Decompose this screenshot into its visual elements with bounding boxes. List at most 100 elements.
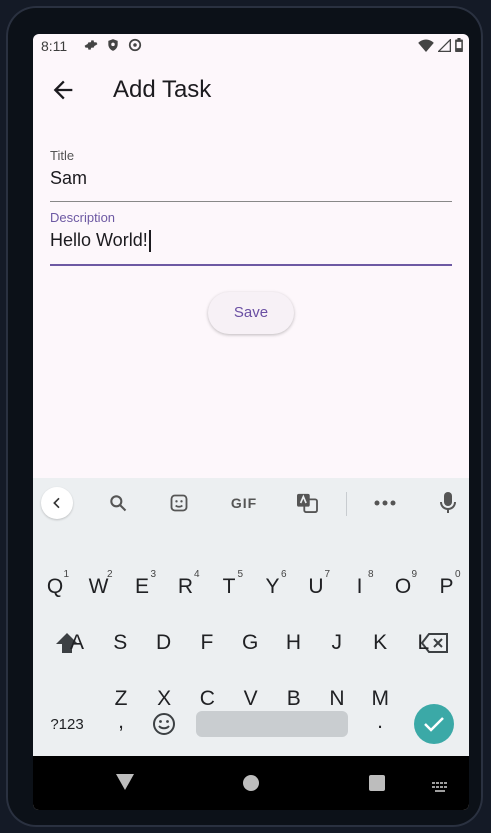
title-field[interactable]: Title Sam <box>50 148 452 202</box>
key-hint: 6 <box>280 569 287 580</box>
at-sign-icon <box>128 38 142 52</box>
key-g[interactable]: G <box>230 621 270 665</box>
key-hint: 8 <box>367 569 374 580</box>
status-system-icons <box>418 37 463 57</box>
keyboard-voice-button[interactable] <box>433 488 463 518</box>
key-k[interactable]: K <box>360 621 400 665</box>
key-label: T <box>222 575 236 598</box>
keyboard-toolbar: GIF <box>33 478 469 528</box>
nav-back-button[interactable] <box>116 774 134 795</box>
toolbar-divider <box>346 492 347 516</box>
key-label: V <box>243 687 258 710</box>
key-hint: 7 <box>324 569 330 580</box>
key-label: K <box>373 631 388 654</box>
key-label: I <box>356 575 363 598</box>
key-a[interactable]: A <box>57 621 97 665</box>
title-field-value[interactable]: Sam <box>50 168 87 189</box>
chevron-left-icon <box>53 497 60 509</box>
keyboard-sticker-button[interactable] <box>164 488 194 518</box>
keyboard-icon <box>432 782 447 792</box>
key-z[interactable]: Z <box>101 677 141 721</box>
key-u[interactable]: U7 <box>296 565 336 609</box>
done-key[interactable] <box>414 704 454 744</box>
key-label: L <box>417 631 430 654</box>
key-v[interactable]: V <box>231 677 271 721</box>
search-icon <box>110 495 127 512</box>
key-label: Z <box>114 687 128 710</box>
square-recents-icon <box>369 775 385 791</box>
description-field[interactable]: Description Hello World! <box>50 210 452 266</box>
key-x[interactable]: X <box>144 677 184 721</box>
key-label: C <box>199 687 215 710</box>
key-e[interactable]: E3 <box>122 565 162 609</box>
key-b[interactable]: B <box>274 677 314 721</box>
key-hint: 4 <box>193 569 200 580</box>
key-label: D <box>156 631 172 654</box>
microphone-icon <box>440 492 456 513</box>
arrow-left-icon <box>53 80 73 100</box>
keyboard-gif-button[interactable]: GIF <box>224 488 264 518</box>
key-label: H <box>285 631 302 654</box>
key-label: F <box>200 631 214 654</box>
key-j[interactable]: J <box>317 621 357 665</box>
key-hint: 1 <box>63 569 69 580</box>
key-p[interactable]: P0 <box>427 565 467 609</box>
keyboard-search-button[interactable] <box>103 488 133 518</box>
key-y[interactable]: Y6 <box>253 565 293 609</box>
key-w[interactable]: W2 <box>79 565 119 609</box>
status-bar: 8:11 <box>33 34 469 60</box>
nav-home-button[interactable] <box>243 775 259 796</box>
screen: 8:11 Add Task Title Sam Description Hell… <box>33 34 469 810</box>
key-label: Y <box>265 575 280 598</box>
keyboard-more-button[interactable] <box>370 488 400 518</box>
key-n[interactable]: N <box>317 677 357 721</box>
key-c[interactable]: C <box>187 677 227 721</box>
description-field-label: Description <box>50 210 116 225</box>
key-s[interactable]: S <box>100 621 140 665</box>
key-r[interactable]: R4 <box>166 565 206 609</box>
key-l[interactable]: L <box>403 621 443 665</box>
description-field-value[interactable]: Hello World! <box>50 230 148 250</box>
system-navigation-bar <box>33 756 469 810</box>
title-field-label: Title <box>50 148 75 163</box>
key-label: U <box>308 575 324 598</box>
key-f[interactable]: F <box>187 621 227 665</box>
nav-recents-button[interactable] <box>369 775 385 796</box>
key-d[interactable]: D <box>144 621 184 665</box>
title-field-underline <box>50 201 452 202</box>
key-hint: 9 <box>411 569 417 580</box>
key-m[interactable]: M <box>360 677 400 721</box>
key-hint: 0 <box>454 569 461 580</box>
key-t[interactable]: T5 <box>209 565 249 609</box>
check-icon <box>424 717 444 732</box>
signal-icon <box>437 37 451 57</box>
key-i[interactable]: I8 <box>340 565 380 609</box>
key-label: R <box>177 575 194 598</box>
description-field-value-wrapper[interactable]: Hello World! <box>50 230 151 253</box>
battery-icon <box>455 38 463 57</box>
soft-keyboard: GIF ?123 , . Q 1 W 2 E 3 R 4 T 5 Y 6 U 7… <box>33 478 469 756</box>
key-label: E <box>134 575 149 598</box>
key-label: M <box>371 687 389 710</box>
key-hint: 3 <box>150 569 156 580</box>
triangle-back-icon <box>116 774 134 790</box>
back-button[interactable] <box>49 76 77 104</box>
key-label: N <box>329 687 345 710</box>
key-hint: 2 <box>106 569 113 580</box>
device-frame: 8:11 Add Task Title Sam Description Hell… <box>6 6 483 827</box>
save-button[interactable]: Save <box>208 292 294 334</box>
key-label: A <box>69 631 84 654</box>
key-label: W <box>88 575 109 598</box>
shield-icon <box>106 38 120 52</box>
key-label: S <box>113 631 128 654</box>
symbols-key[interactable]: ?123 <box>45 702 89 746</box>
nav-keyboard-switch-button[interactable] <box>432 779 448 797</box>
key-o[interactable]: O9 <box>383 565 423 609</box>
keyboard-translate-button[interactable] <box>292 488 322 518</box>
key-h[interactable]: H <box>274 621 314 665</box>
more-horizontal-icon <box>374 500 396 506</box>
gear-icon <box>84 38 98 52</box>
keyboard-collapse-button[interactable] <box>41 487 73 519</box>
key-q[interactable]: Q1 <box>35 565 75 609</box>
key-label: X <box>157 687 172 710</box>
